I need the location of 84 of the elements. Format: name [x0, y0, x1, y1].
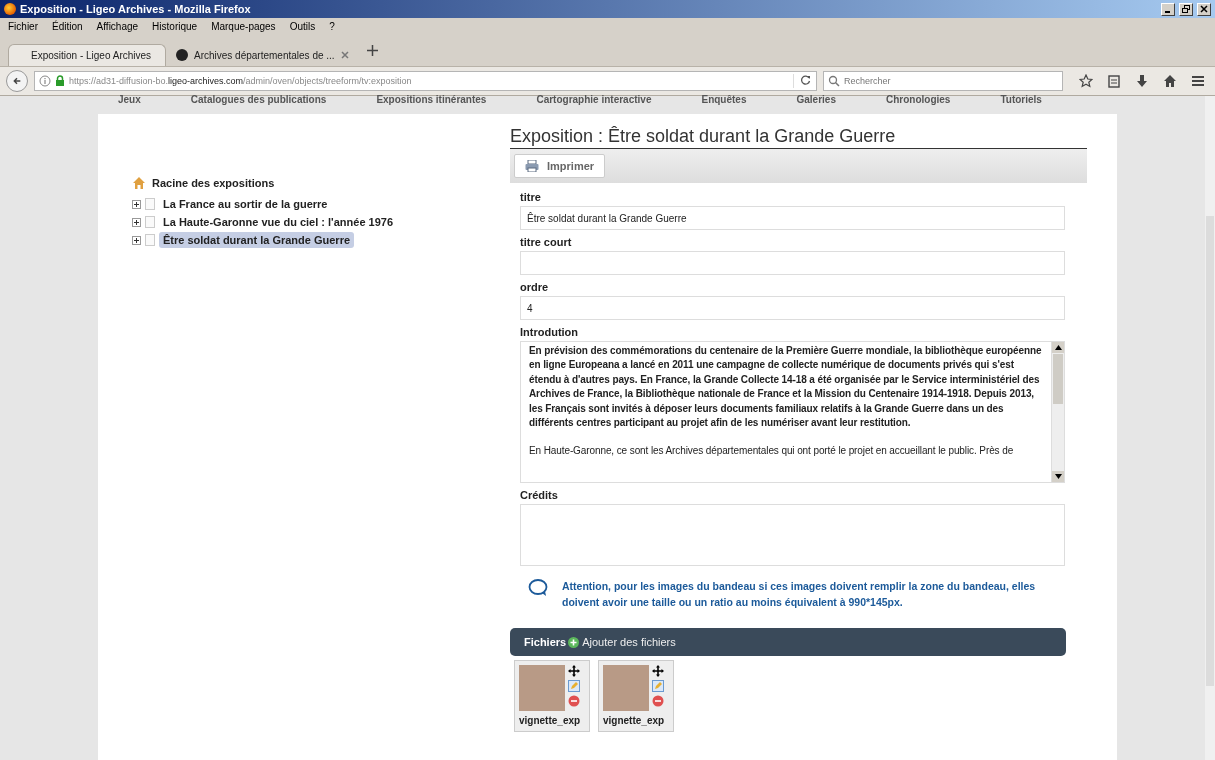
paragraph: En prévision des commémorations du centenaire de la Première Guerre mondiale, la bibliothèque européenne en ligne Europeana a lancé en 2011 une campagne de collecte numérique de documents privés qui s'est étendu à d'autres pays. En France, la Grande Collecte 14-18 a été organisée par le Service interministériel des Archives de France, la Bibliothèque nationale de France et la Mission du Centenaire 1914-1918. Depuis 2013, les Français sont invités à déposer leurs documents familiaux relatifs à la Grande Guerre dans un des différents centres participant au projet afin de les numériser avant leur restitution.	[529, 344, 1043, 431]
text-field[interactable]: 4	[520, 296, 1065, 320]
printer-icon	[525, 160, 539, 172]
download-icon	[1135, 74, 1149, 88]
home-icon	[1163, 74, 1177, 88]
site-nav-link[interactable]: Enquêtes	[701, 96, 747, 104]
remove-icon	[652, 695, 664, 707]
site-nav-link[interactable]: Expositions itinérantes	[376, 96, 487, 104]
photo-placeholder	[519, 665, 565, 711]
files-header: Fichiers Ajouter des fichiers	[510, 628, 1066, 656]
menu-item[interactable]: Outils	[289, 21, 316, 35]
expand-icon[interactable]	[132, 235, 141, 245]
restore-button[interactable]	[1179, 2, 1193, 16]
back-button[interactable]	[6, 70, 28, 92]
scrollbar[interactable]	[1051, 342, 1064, 482]
tree-item[interactable]: La France au sortir de la guerre	[159, 196, 332, 212]
remove-icon	[568, 695, 580, 707]
browser-tab[interactable]: Exposition - Ligeo Archives	[8, 44, 166, 66]
browser-tab[interactable]: Archives départementales de ...	[168, 44, 357, 66]
menu-item[interactable]: ?	[329, 21, 335, 35]
print-button[interactable]: Imprimer	[514, 154, 606, 178]
site-nav-link[interactable]: Jeux	[118, 96, 141, 104]
close-button[interactable]	[1197, 2, 1211, 16]
field-label: titre court	[520, 236, 573, 248]
clipboard-icon	[1107, 74, 1121, 88]
site-nav-link[interactable]: Galeries	[796, 96, 836, 104]
paragraph: En Haute-Garonne, ce sont les Archives départementales qui ont porté le projet en accueillant le public. Près de	[529, 444, 1015, 459]
scroll-up-icon[interactable]	[1054, 345, 1062, 350]
scroll-down-icon[interactable]	[1054, 474, 1062, 479]
edit-icon	[568, 680, 580, 692]
field-label: Introdution	[520, 326, 580, 338]
file-name: vignette_exp	[603, 715, 665, 726]
menu-item[interactable]: Édition	[52, 21, 83, 35]
reload-icon	[800, 74, 812, 86]
menu-item[interactable]: Fichier	[8, 21, 38, 35]
menu-item[interactable]: Marque-pages	[211, 21, 276, 35]
close-icon	[1200, 5, 1208, 13]
add-files-link[interactable]: Ajouter des fichiers	[568, 636, 676, 648]
page-icon	[145, 234, 155, 246]
site-nav-link[interactable]: Chronologies	[885, 96, 951, 104]
new-tab-icon[interactable]	[366, 45, 378, 56]
field-label: titre	[520, 191, 542, 203]
plus-circle-icon	[568, 636, 580, 648]
move-icon	[652, 665, 664, 677]
tree-item[interactable]: Être soldat durant la Grande Guerre	[159, 232, 355, 248]
minimize-button[interactable]	[1161, 2, 1175, 16]
edit-icon	[652, 680, 664, 692]
info-icon	[39, 75, 51, 87]
expand-icon[interactable]	[132, 217, 141, 227]
site-logo-icon	[176, 49, 188, 61]
search-field[interactable]: Rechercher	[823, 71, 1063, 91]
field-label: Crédits	[520, 489, 559, 501]
restore-icon	[1182, 5, 1190, 13]
notice-text: Attention, pour les images du bandeau si ces images doivent remplir la zone du bandeau, elles doivent avoir une taille ou un ratio au moins équivalent à 990*145px.	[562, 579, 1037, 610]
site-nav-link[interactable]: Catalogues des publications	[190, 96, 327, 104]
search-icon	[828, 75, 840, 87]
menu-item[interactable]: Historique	[152, 21, 198, 35]
file-card[interactable]: vignette_exp	[598, 660, 674, 732]
speech-bubble-icon	[528, 578, 548, 597]
text-field[interactable]	[520, 251, 1065, 275]
menu-item[interactable]: Affichage	[96, 21, 139, 35]
site-nav-link[interactable]: Cartographie interactive	[536, 96, 652, 104]
tree-item[interactable]: La Haute-Garonne vue du ciel : l'année 1976	[159, 214, 398, 230]
close-tab-icon[interactable]	[340, 51, 349, 59]
menu-icon	[1191, 74, 1205, 88]
page-icon	[145, 198, 155, 210]
text-area[interactable]	[520, 341, 1065, 483]
photo-placeholder	[603, 665, 649, 711]
window-title: Exposition - Ligeo Archives - Mozilla Firefox	[20, 3, 252, 15]
expand-icon[interactable]	[132, 199, 141, 209]
site-nav-link[interactable]: Tutoriels	[1000, 96, 1042, 104]
text-field[interactable]: Être soldat durant la Grande Guerre	[520, 206, 1065, 230]
address-bar[interactable]: https://ad31-diffusion-bo.ligeo-archives.com/admin/oven/objects/treeform/tv:exposition	[34, 71, 817, 91]
move-icon	[568, 665, 580, 677]
padlock-icon	[55, 75, 65, 87]
house-icon	[132, 176, 146, 190]
tree-root-label[interactable]: Racine des expositions	[152, 177, 275, 189]
file-card[interactable]: vignette_exp	[514, 660, 590, 732]
back-arrow-icon	[13, 75, 21, 87]
file-name: vignette_exp	[519, 715, 581, 726]
page-icon	[145, 216, 155, 228]
star-icon	[1079, 74, 1093, 88]
field-label: ordre	[520, 281, 550, 293]
page-scrollbar[interactable]	[1205, 96, 1215, 760]
